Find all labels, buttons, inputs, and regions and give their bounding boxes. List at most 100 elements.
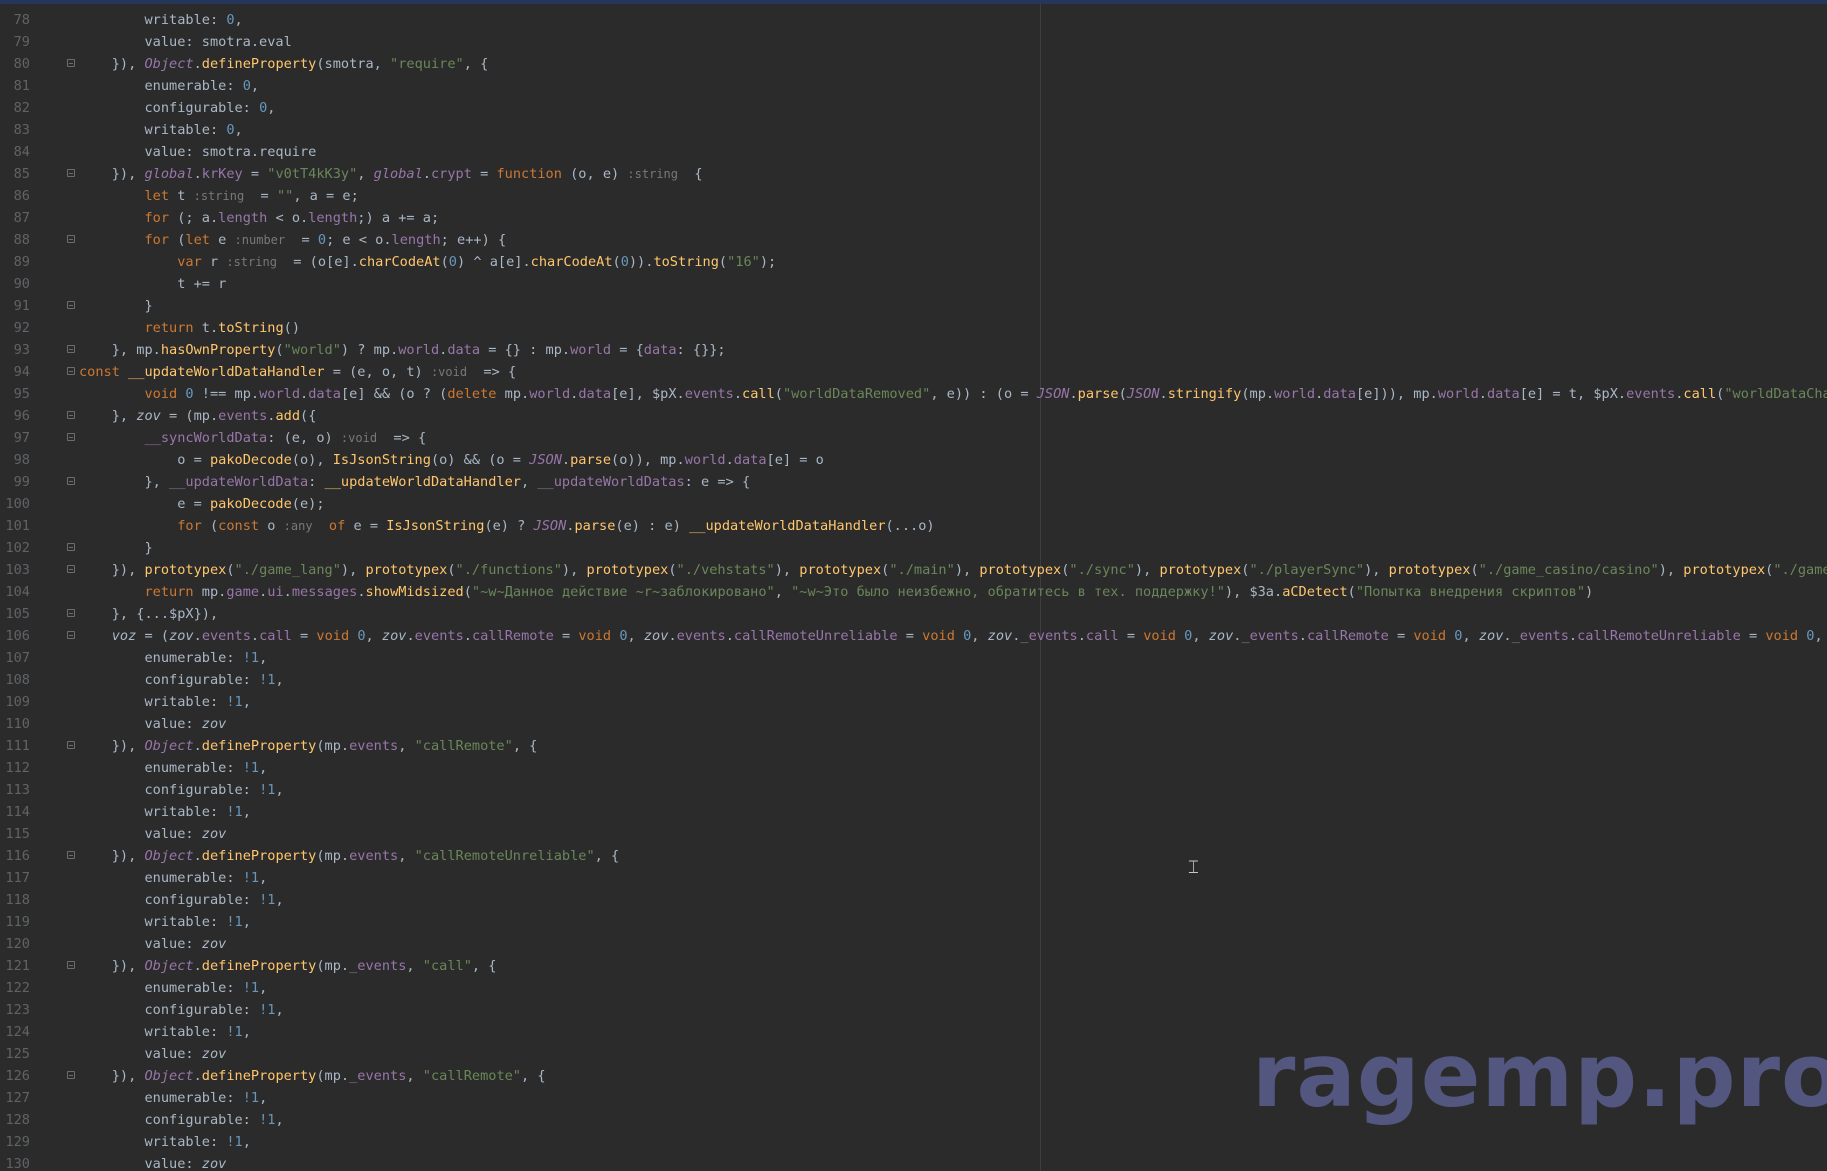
fold-toggle-icon[interactable]: [67, 59, 75, 67]
fold-toggle-icon[interactable]: [67, 609, 75, 617]
code-line[interactable]: 114 writable: !1,: [0, 801, 1827, 823]
code-token: =: [291, 628, 317, 644]
code-token: 0: [185, 386, 194, 402]
code-text: }), Object.defineProperty(mp._events, "c…: [79, 1065, 546, 1087]
code-line[interactable]: 106 voz = (zov.events.call = void 0, zov…: [0, 625, 1827, 647]
fold-toggle-icon[interactable]: [67, 961, 75, 969]
fold-toggle-icon[interactable]: [67, 301, 75, 309]
fold-toggle-icon[interactable]: [67, 477, 75, 485]
code-line[interactable]: 95 void 0 !== mp.world.data[e] && (o ? (…: [0, 383, 1827, 405]
code-line[interactable]: 120 value: zov: [0, 933, 1827, 955]
code-line[interactable]: 78 writable: 0,: [0, 9, 1827, 31]
fold-toggle-icon[interactable]: [67, 851, 75, 859]
code-line[interactable]: 123 configurable: !1,: [0, 999, 1827, 1021]
code-editor[interactable]: 78 writable: 0, 79 value: smotra.eval 80 }…: [0, 0, 1827, 1171]
fold-toggle-icon[interactable]: [67, 169, 75, 177]
code-token: for: [144, 232, 170, 248]
line-number: 120: [5, 936, 30, 952]
code-line[interactable]: 121 }), Object.defineProperty(mp._events…: [0, 955, 1827, 977]
code-line[interactable]: 116 }), Object.defineProperty(mp.events,…: [0, 845, 1827, 867]
code-line[interactable]: 93 }, mp.hasOwnProperty("world") ? mp.wo…: [0, 339, 1827, 361]
code-line[interactable]: 111 }), Object.defineProperty(mp.events,…: [0, 735, 1827, 757]
code-line[interactable]: 118 configurable: !1,: [0, 889, 1827, 911]
line-number: 129: [5, 1134, 30, 1150]
code-line[interactable]: 115 value: zov: [0, 823, 1827, 845]
code-text: value: smotra.require: [79, 141, 316, 163]
code-line[interactable]: 104 return mp.game.ui.messages.showMidsi…: [0, 581, 1827, 603]
code-line[interactable]: 94 const __updateWorldDataHandler = (e, o…: [0, 361, 1827, 383]
code-line[interactable]: 112 enumerable: !1,: [0, 757, 1827, 779]
fold-toggle-icon[interactable]: [67, 565, 75, 573]
code-token: world: [398, 342, 440, 358]
code-line[interactable]: 86 let t :string = "", a = e;: [0, 185, 1827, 207]
code-lines[interactable]: 78 writable: 0, 79 value: smotra.eval 80 }…: [0, 9, 1827, 1171]
code-line[interactable]: 109 writable: !1,: [0, 691, 1827, 713]
code-line[interactable]: 79 value: smotra.eval: [0, 31, 1827, 53]
fold-toggle-icon[interactable]: [67, 741, 75, 749]
code-text: writable: !1,: [79, 691, 250, 713]
code-line[interactable]: 130 value: zov: [0, 1153, 1827, 1171]
code-token: enumerable:: [79, 1090, 243, 1106]
code-line[interactable]: 119 writable: !1,: [0, 911, 1827, 933]
fold-toggle-icon[interactable]: [67, 1071, 75, 1079]
code-token: (o) && (o =: [430, 452, 530, 468]
code-line[interactable]: 98 o = pakoDecode(o), IsJsonString(o) &&…: [0, 449, 1827, 471]
code-token: data: [643, 342, 677, 358]
fold-toggle-icon[interactable]: [67, 235, 75, 243]
code-line[interactable]: 101 for (const o :any of e = IsJsonStrin…: [0, 515, 1827, 537]
code-line[interactable]: 83 writable: 0,: [0, 119, 1827, 141]
code-line[interactable]: 91 }: [0, 295, 1827, 317]
code-token: prototypex: [1388, 562, 1471, 578]
fold-toggle-icon[interactable]: [67, 631, 75, 639]
line-number: 125: [5, 1046, 30, 1062]
code-line[interactable]: 81 enumerable: 0,: [0, 75, 1827, 97]
code-line[interactable]: 105 }, {...$pX}),: [0, 603, 1827, 625]
code-line[interactable]: 103 }), prototypex("./game_lang"), proto…: [0, 559, 1827, 581]
code-line[interactable]: 108 configurable: !1,: [0, 669, 1827, 691]
code-line[interactable]: 113 configurable: !1,: [0, 779, 1827, 801]
code-line[interactable]: 100 e = pakoDecode(e);: [0, 493, 1827, 515]
code-line[interactable]: 82 configurable: 0,: [0, 97, 1827, 119]
code-line[interactable]: 117 enumerable: !1,: [0, 867, 1827, 889]
code-line[interactable]: 122 enumerable: !1,: [0, 977, 1827, 999]
code-token: [e])), mp.: [1355, 386, 1438, 402]
code-line[interactable]: 85 }), global.krKey = "v0tT4kK3y", globa…: [0, 163, 1827, 185]
code-token: ,: [1814, 628, 1823, 644]
code-line[interactable]: 92 return t.toString(): [0, 317, 1827, 339]
code-line[interactable]: 110 value: zov: [0, 713, 1827, 735]
code-line[interactable]: 87 for (; a.length < o.length;) a += a;: [0, 207, 1827, 229]
code-token: (: [447, 562, 456, 578]
type-hint: :string: [226, 255, 277, 269]
code-text: voz = (zov.events.call = void 0, zov.eve…: [79, 625, 1827, 647]
fold-toggle-icon[interactable]: [67, 411, 75, 419]
code-token: void: [922, 628, 955, 644]
code-line[interactable]: 88 for (let e :number = 0; e < o.length;…: [0, 229, 1827, 251]
code-line[interactable]: 80 }), Object.defineProperty(smotra, "re…: [0, 53, 1827, 75]
code-token: );: [759, 254, 777, 270]
fold-toggle-icon[interactable]: [67, 367, 75, 375]
code-line[interactable]: 90 t += r: [0, 273, 1827, 295]
code-line[interactable]: 84 value: smotra.require: [0, 141, 1827, 163]
code-line[interactable]: 89 var r :string = (o[e].charCodeAt(0) ^…: [0, 251, 1827, 273]
code-line[interactable]: 99 }, __updateWorldData: __updateWorldDa…: [0, 471, 1827, 493]
fold-toggle-icon[interactable]: [67, 345, 75, 353]
code-token: =: [1388, 628, 1414, 644]
code-line[interactable]: 129 writable: !1,: [0, 1131, 1827, 1153]
fold-toggle-icon[interactable]: [67, 433, 75, 441]
code-line[interactable]: 96 }, zov = (mp.events.add({: [0, 405, 1827, 427]
code-token: !1: [242, 870, 260, 886]
code-line[interactable]: 107 enumerable: !1,: [0, 647, 1827, 669]
code-token: , a = e;: [293, 188, 359, 204]
code-token: ),: [774, 562, 800, 578]
code-token: data: [578, 386, 612, 402]
code-line[interactable]: 97 __syncWorldData: (e, o) :void => {: [0, 427, 1827, 449]
fold-toggle-icon[interactable]: [67, 543, 75, 551]
line-number: 111: [5, 738, 30, 754]
code-token: parse: [570, 452, 612, 468]
code-token: }),: [79, 958, 145, 974]
code-token: .: [725, 628, 734, 644]
code-line[interactable]: 102 }: [0, 537, 1827, 559]
code-token: data: [308, 386, 341, 402]
code-token: JSON: [529, 452, 562, 468]
